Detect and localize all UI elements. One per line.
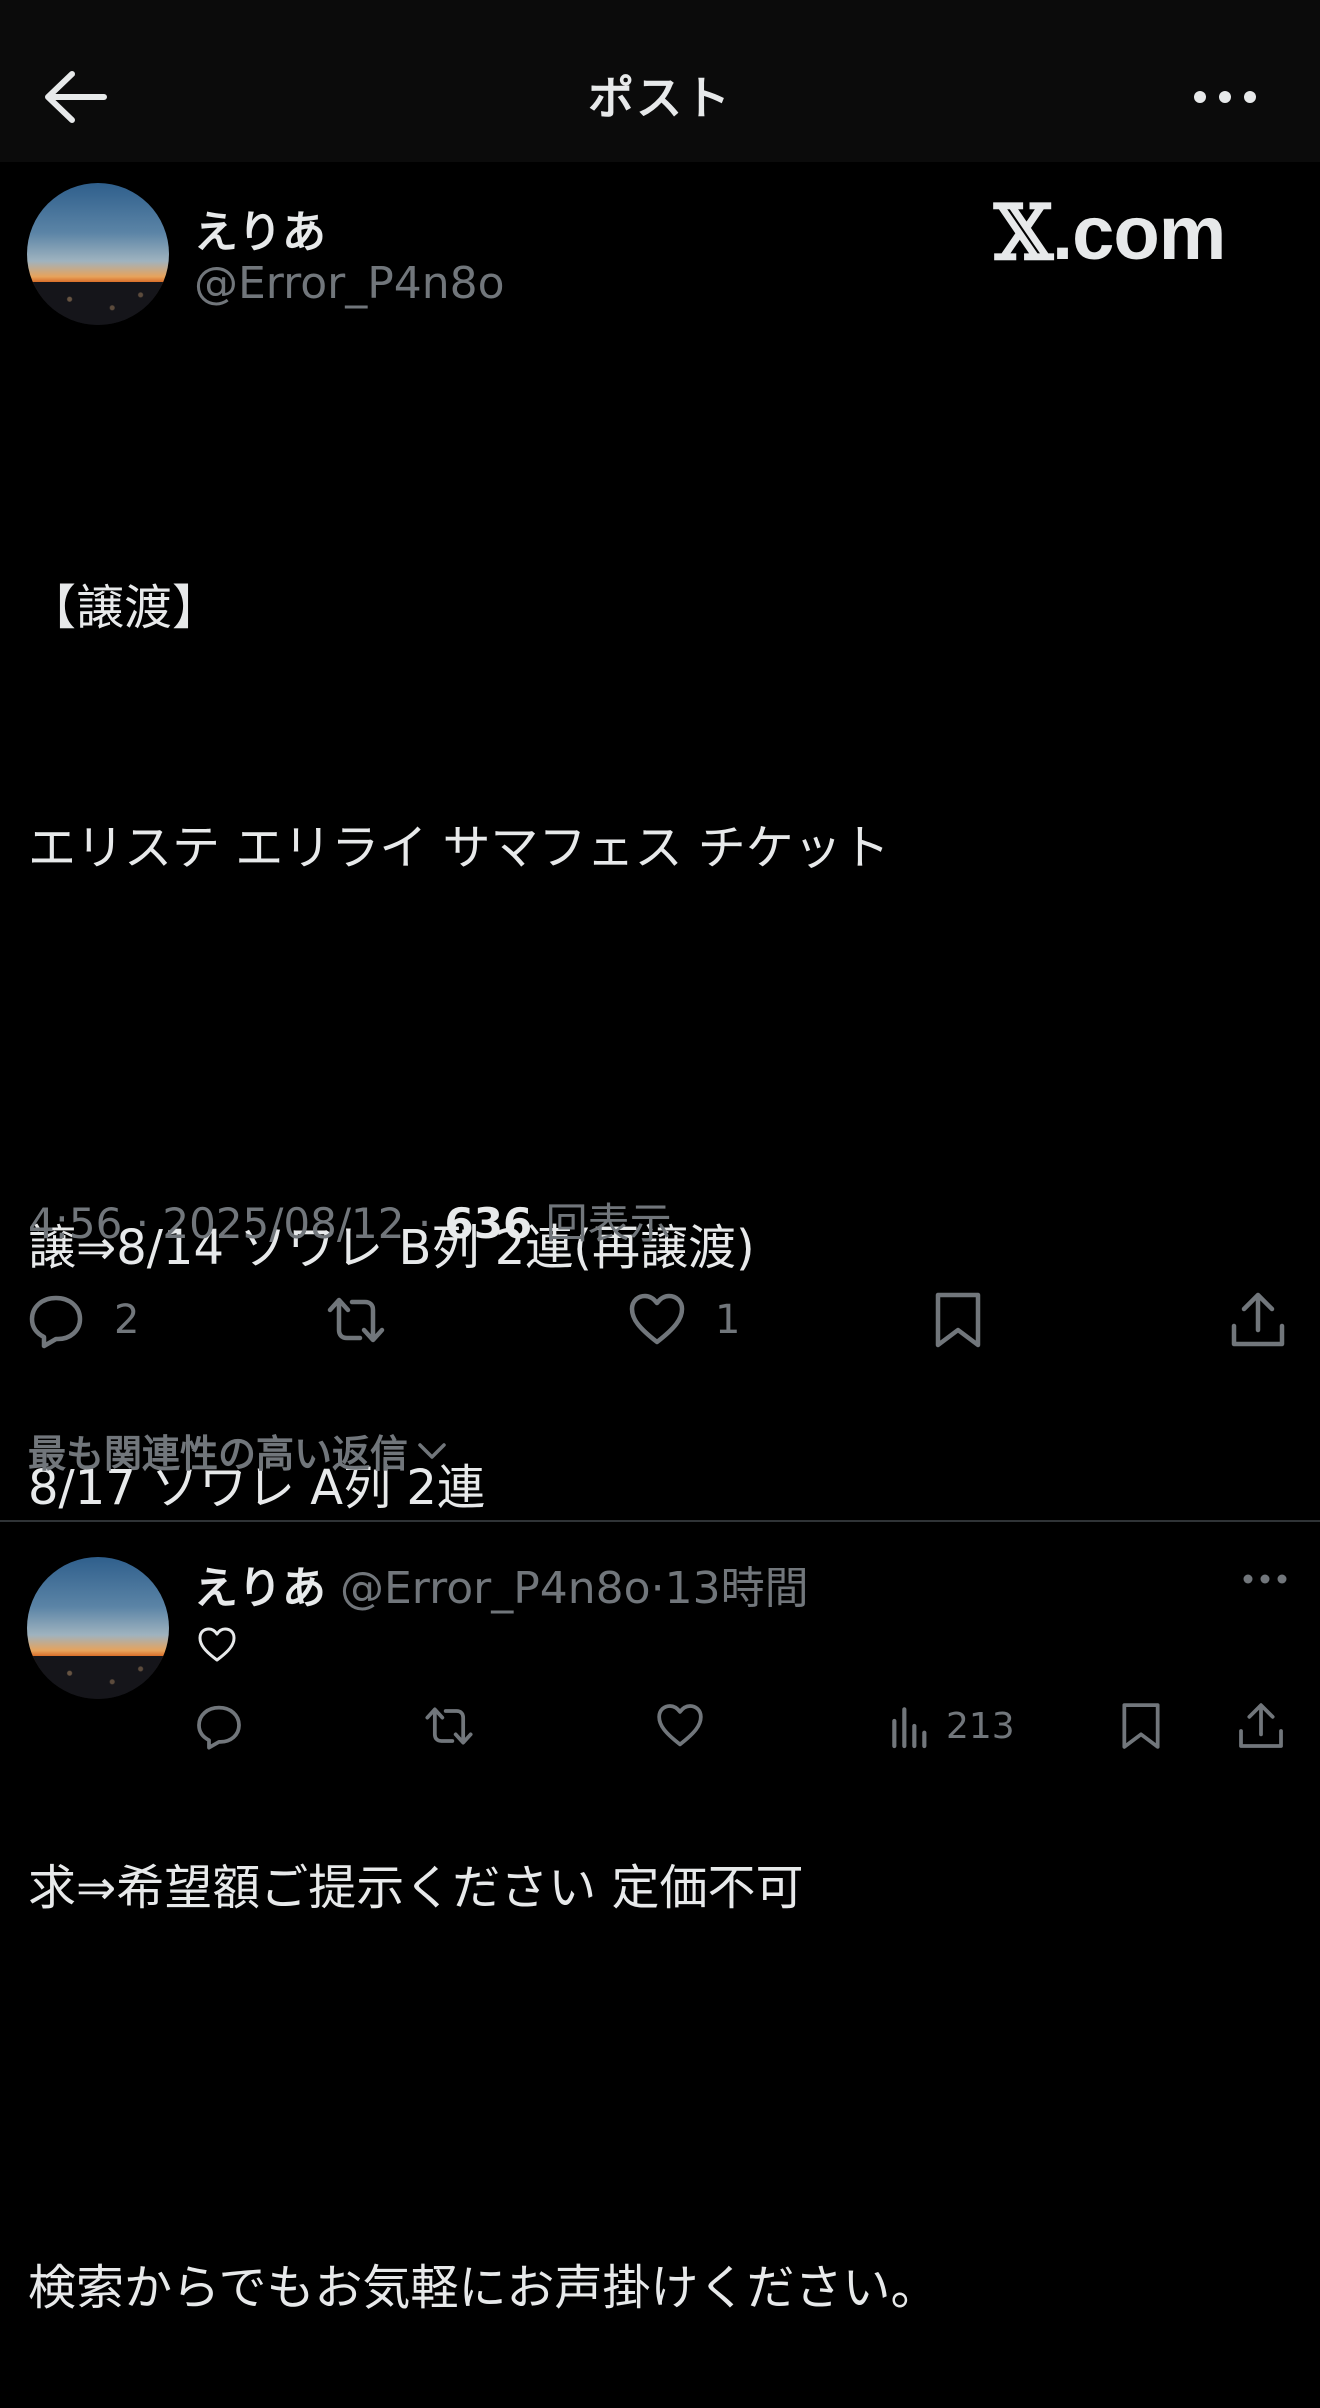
share-icon — [1239, 1703, 1283, 1748]
divider — [0, 1520, 1320, 1522]
heart-icon — [657, 1704, 703, 1747]
reply-icon — [29, 1295, 83, 1349]
reply-share-button[interactable] — [1236, 1700, 1286, 1752]
repost-icon — [327, 1297, 385, 1343]
like-button[interactable]: 1 — [627, 1290, 740, 1350]
post-line: エリステ エリライ サマフェス チケット — [28, 820, 890, 876]
reply-views-button[interactable]: 213 — [886, 1700, 1015, 1752]
reply-count: 2 — [114, 1297, 140, 1343]
page-title: ポスト — [588, 71, 732, 125]
share-button[interactable] — [1228, 1290, 1288, 1350]
reply-text-heart-icon — [196, 1624, 238, 1666]
post-time[interactable]: 4:56 — [28, 1199, 122, 1248]
post-line: 検索からでもお気軽にお声掛けください。 — [28, 2260, 939, 2316]
reply-header: えりあ @Error_P4n8o·13時間 — [194, 1552, 809, 1616]
post-text: 【譲渡】 エリステ エリライ サマフェス チケット 譲⇒8/14 ソワレ B列 … — [28, 408, 1288, 2408]
views-label: 回表示 — [545, 1199, 672, 1248]
reply-author-avatar[interactable] — [27, 1557, 169, 1699]
x-logo-glyph: 𝕏 — [994, 188, 1053, 277]
author-handle[interactable]: @Error_P4n8o — [194, 258, 505, 309]
chevron-down-icon — [418, 1442, 446, 1459]
replies-sort-dropdown[interactable]: 最も関連性の高い返信 — [28, 1423, 450, 1478]
bookmark-button[interactable] — [928, 1290, 988, 1350]
meta-separator: · — [650, 1563, 665, 1614]
reply-repost-button[interactable] — [424, 1700, 474, 1752]
watermark-domain: .com — [1051, 191, 1226, 276]
meta-separator: · — [122, 1199, 163, 1248]
like-count: 1 — [715, 1297, 741, 1343]
reply-action-bar: 213 — [0, 1700, 1320, 1752]
post-meta: 4:56 · 2025/08/12 · 636 回表示 — [28, 1190, 672, 1251]
reply-time[interactable]: 13時間 — [665, 1563, 809, 1614]
reply-more-options-icon[interactable] — [1242, 1568, 1288, 1590]
reply-handle[interactable]: @Error_P4n8o — [340, 1563, 651, 1614]
bookmark-icon — [935, 1292, 981, 1348]
post-line: 【譲渡】 — [28, 580, 221, 636]
reply-bookmark-button[interactable] — [1116, 1700, 1166, 1752]
post-date[interactable]: 2025/08/12 — [162, 1199, 404, 1248]
replies-sort-label: 最も関連性の高い返信 — [28, 1432, 409, 1476]
reply-button[interactable]: 2 — [26, 1290, 139, 1350]
views-count: 636 — [444, 1199, 533, 1248]
reply-display-name[interactable]: えりあ — [194, 1563, 326, 1614]
repost-icon — [425, 1707, 473, 1745]
reply-views-count: 213 — [946, 1705, 1015, 1747]
more-options-icon[interactable] — [1190, 82, 1260, 112]
repost-button[interactable] — [326, 1290, 414, 1350]
heart-icon — [629, 1293, 685, 1345]
bookmark-icon — [1122, 1703, 1160, 1749]
author-display-name[interactable]: えりあ — [194, 196, 326, 260]
meta-separator: · — [404, 1199, 445, 1248]
reply-like-button[interactable] — [655, 1700, 705, 1752]
top-nav-bar: ポスト — [0, 0, 1320, 162]
post-action-bar: 2 1 — [0, 1290, 1320, 1350]
reply-reply-button[interactable] — [194, 1700, 244, 1752]
reply-icon — [197, 1705, 241, 1750]
author-avatar[interactable] — [27, 183, 169, 325]
x-com-watermark: 𝕏.com — [994, 188, 1226, 277]
share-icon — [1231, 1292, 1285, 1347]
analytics-icon — [892, 1707, 927, 1749]
post-line: 求⇒希望額ご提示ください 定価不可 — [28, 1860, 804, 1916]
